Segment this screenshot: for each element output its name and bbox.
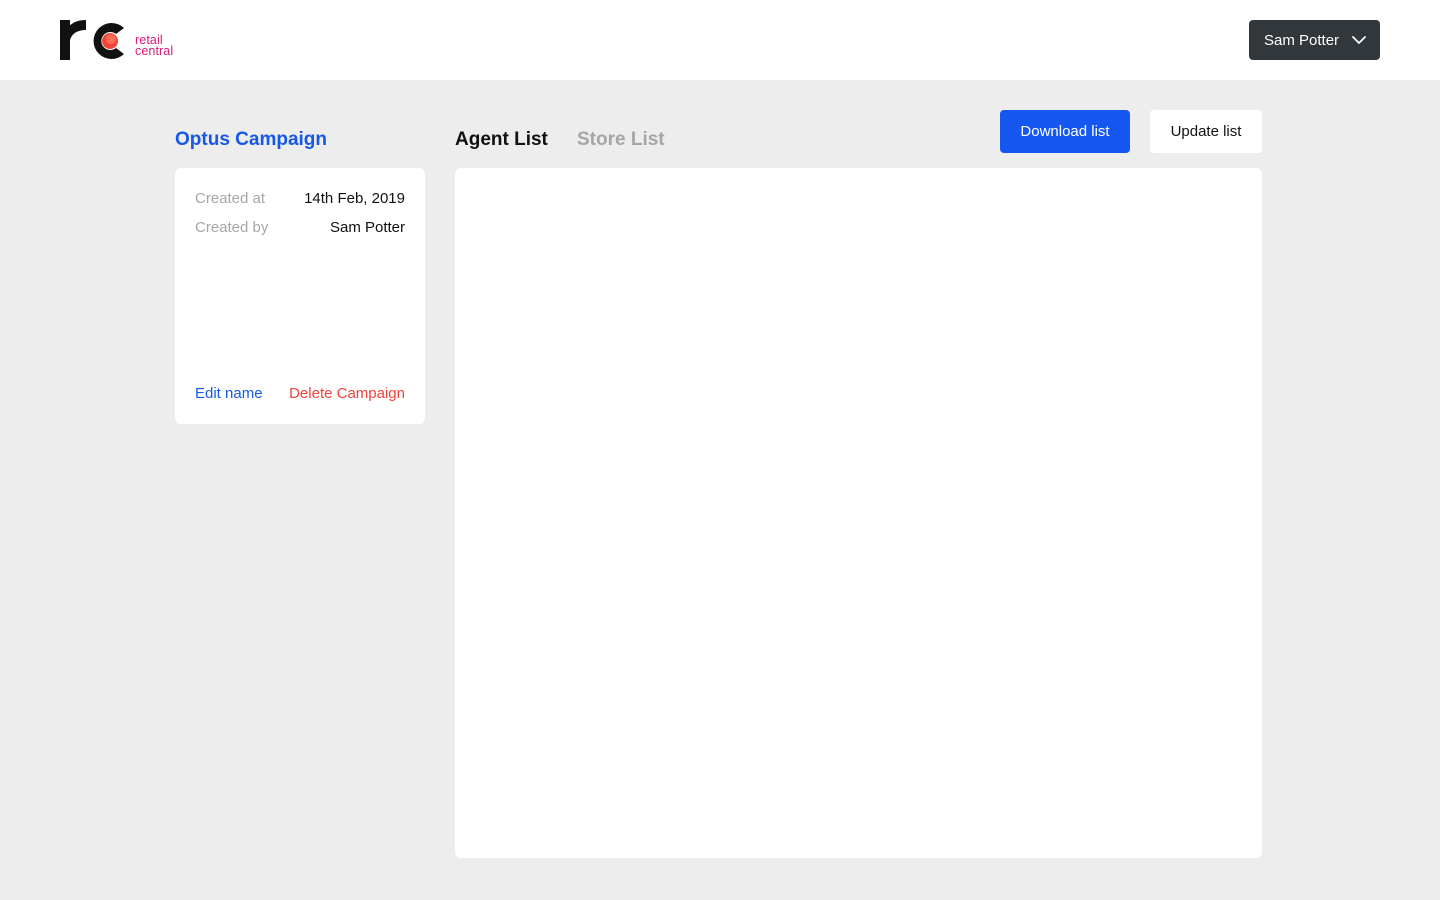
- edit-name-link[interactable]: Edit name: [195, 385, 263, 402]
- delete-campaign-link[interactable]: Delete Campaign: [289, 385, 405, 402]
- agent-list-panel: [455, 168, 1262, 858]
- created-by-value: Sam Potter: [329, 219, 405, 236]
- retail-central-logo[interactable]: retail central: [60, 18, 190, 64]
- created-at-row: Created at 14th Feb, 2019: [195, 190, 405, 210]
- created-at-label: Created at: [195, 190, 266, 207]
- logo-word-central: central: [135, 44, 174, 58]
- rc-logo-mark: [60, 20, 124, 60]
- chevron-down-icon: [1352, 36, 1366, 44]
- tab-agent-list[interactable]: Agent List: [455, 129, 548, 151]
- campaign-card-actions: Edit name Delete Campaign: [195, 385, 405, 405]
- campaign-title: Optus Campaign: [175, 129, 328, 150]
- update-list-button[interactable]: Update list: [1150, 110, 1262, 153]
- campaign-info-card: Created at 14th Feb, 2019 Created by Sam…: [175, 168, 425, 424]
- logo-wordmark: retail central: [135, 34, 174, 58]
- tab-store-list[interactable]: Store List: [577, 129, 665, 151]
- created-at-value: 14th Feb, 2019: [304, 190, 405, 207]
- user-menu-button[interactable]: Sam Potter: [1249, 20, 1380, 60]
- created-by-label: Created by: [195, 219, 269, 236]
- top-navigation-bar: retail central Sam Potter: [0, 0, 1440, 80]
- download-list-button[interactable]: Download list: [1000, 110, 1130, 153]
- created-by-row: Created by Sam Potter: [195, 219, 405, 239]
- user-name: Sam Potter: [1264, 31, 1340, 49]
